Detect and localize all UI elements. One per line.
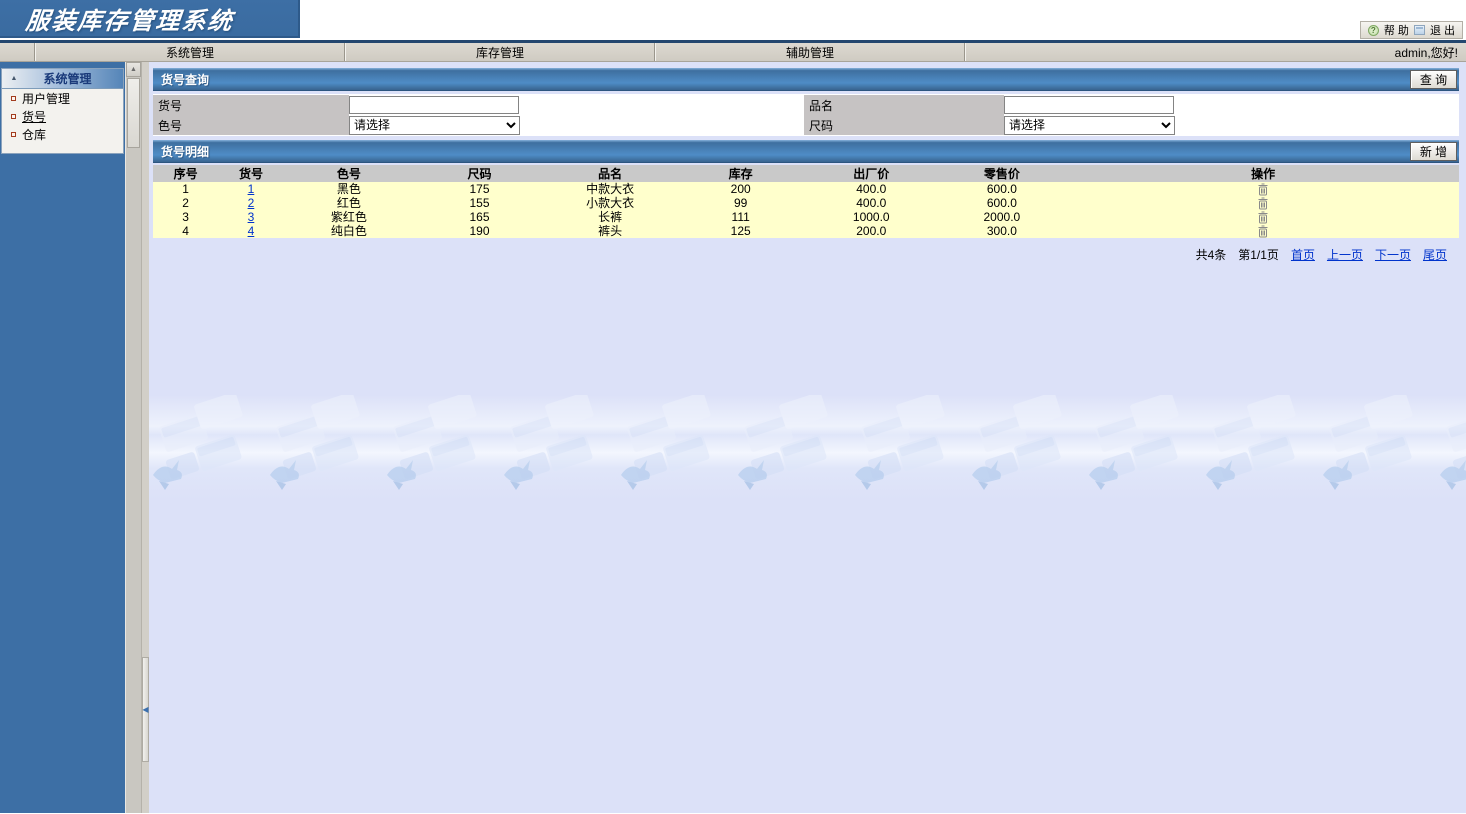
panel-splitter[interactable]: ◀	[141, 62, 149, 813]
pagination: 共4条 第1/1页 首页 上一页 下一页 尾页	[153, 246, 1459, 263]
page-indicator: 第1/1页	[1238, 248, 1279, 262]
bullet-icon	[11, 95, 16, 101]
huohao-link[interactable]: 1	[248, 182, 255, 196]
column-header: 库存	[675, 165, 806, 182]
delete-icon[interactable]	[1257, 225, 1269, 238]
body-row: ▲ 系统管理 用户管理 货号 仓库 ▲ ◀ 货号查询 查 询 货号 品名 色号 …	[0, 62, 1466, 813]
sidebar-item-warehouse[interactable]: 仓库	[2, 125, 123, 143]
huohao-link[interactable]: 3	[248, 210, 255, 224]
huohao-input[interactable]	[349, 96, 519, 114]
pinming-input[interactable]	[1004, 96, 1174, 114]
collapse-left-icon: ◀	[142, 705, 149, 714]
sidebar-item-label: 仓库	[22, 127, 47, 142]
watermark-pattern	[153, 395, 243, 490]
menu-bar: 系统管理 库存管理 辅助管理 admin,您好!	[0, 43, 1466, 62]
sidebar-item-users[interactable]: 用户管理	[2, 89, 123, 107]
sidebar-panel: ▲ 系统管理 用户管理 货号 仓库	[1, 68, 124, 154]
main-content: 货号查询 查 询 货号 品名 色号 请选择 尺码 请选择 货号明细 新 增 序号…	[149, 62, 1466, 813]
column-header: 色号	[283, 165, 415, 182]
top-header: 服装库存管理系统 ? 帮 助 退 出	[0, 0, 1466, 40]
menu-item-system[interactable]: 系统管理	[35, 43, 345, 61]
watermark-pattern	[270, 395, 360, 490]
watermark-pattern	[387, 395, 477, 490]
total-count: 共4条	[1195, 248, 1227, 262]
app-title-box: 服装库存管理系统	[0, 0, 300, 38]
bullet-icon	[11, 113, 16, 119]
chima-select[interactable]: 请选择	[1004, 115, 1175, 135]
pinming-label: 品名	[804, 95, 1004, 115]
welcome-text: admin,您好!	[965, 43, 1466, 61]
detail-section-title: 货号明细	[161, 144, 210, 159]
watermark-pattern	[972, 395, 1062, 490]
column-header: 零售价	[936, 165, 1068, 182]
exit-icon[interactable]	[1413, 25, 1425, 35]
table-row: 1 1 黑色 175 中款大衣 200 400.0 600.0	[153, 182, 1459, 196]
huohao-label: 货号	[153, 95, 349, 115]
add-button[interactable]: 新 增	[1410, 142, 1457, 161]
first-page-link[interactable]: 首页	[1291, 246, 1315, 263]
table-row: 4 4 纯白色 190 裤头 125 200.0 300.0	[153, 224, 1459, 238]
last-page-link[interactable]: 尾页	[1423, 246, 1447, 263]
watermark-pattern	[1089, 395, 1179, 490]
column-header: 尺码	[414, 165, 545, 182]
watermark-pattern	[1323, 395, 1413, 490]
menu-item-inventory[interactable]: 库存管理	[345, 43, 655, 61]
sidebar-header-label: 系统管理	[43, 72, 92, 86]
collapse-arrow-icon[interactable]: ▲	[2, 75, 26, 82]
sidebar-scrollbar[interactable]: ▲	[125, 62, 141, 813]
splitter-handle[interactable]: ◀	[142, 657, 149, 762]
column-header: 品名	[544, 165, 676, 182]
query-section-title: 货号查询	[161, 72, 210, 87]
huohao-link[interactable]: 4	[248, 224, 255, 238]
exit-button[interactable]: 退 出	[1430, 22, 1455, 38]
sehao-select[interactable]: 请选择	[349, 115, 520, 135]
watermark-band	[149, 395, 1466, 500]
main-inner: 货号查询 查 询 货号 品名 色号 请选择 尺码 请选择 货号明细 新 增 序号…	[149, 62, 1466, 263]
column-header: 操作	[1067, 165, 1459, 182]
menu-spacer	[0, 43, 35, 61]
query-form: 货号 品名 色号 请选择 尺码 请选择	[153, 94, 1459, 136]
delete-icon[interactable]	[1257, 197, 1269, 210]
sidebar: ▲ 系统管理 用户管理 货号 仓库	[0, 62, 125, 813]
table-row: 3 3 紫红色 165 长裤 111 1000.0 2000.0	[153, 210, 1459, 224]
app-title: 服装库存管理系统	[24, 8, 235, 35]
column-header: 货号	[218, 165, 284, 182]
sidebar-item-huohao[interactable]: 货号	[2, 107, 123, 125]
delete-icon[interactable]	[1257, 211, 1269, 224]
search-button[interactable]: 查 询	[1410, 70, 1457, 89]
watermark-pattern	[1206, 395, 1296, 490]
prev-page-link[interactable]: 上一页	[1327, 246, 1363, 263]
sidebar-item-label: 货号	[22, 109, 47, 124]
detail-table-body: 1 1 黑色 175 中款大衣 200 400.0 600.0 2 2 红色 155 小款大衣 99 40…	[153, 182, 1459, 238]
help-icon[interactable]: ?	[1367, 24, 1379, 36]
next-page-link[interactable]: 下一页	[1375, 246, 1411, 263]
column-header: 出厂价	[805, 165, 937, 182]
scroll-up-icon[interactable]: ▲	[126, 62, 141, 77]
scrollbar-thumb[interactable]	[127, 78, 140, 148]
watermark-pattern	[855, 395, 945, 490]
top-toolbar: ? 帮 助 退 出	[1359, 21, 1463, 39]
huohao-link[interactable]: 2	[248, 196, 255, 210]
sehao-label: 色号	[153, 115, 349, 135]
watermark-pattern	[504, 395, 594, 490]
table-row: 2 2 红色 155 小款大衣 99 400.0 600.0	[153, 196, 1459, 210]
delete-icon[interactable]	[1257, 183, 1269, 196]
help-button[interactable]: 帮 助	[1384, 22, 1409, 38]
detail-table-header-row: 序号 货号 色号 尺码 品名 库存 出厂价 零售价 操作	[153, 165, 1459, 182]
detail-table: 序号 货号 色号 尺码 品名 库存 出厂价 零售价 操作 1 1 黑色 175 中款大衣 200 400.0…	[153, 165, 1459, 238]
menu-item-auxiliary[interactable]: 辅助管理	[655, 43, 965, 61]
watermark-pattern	[738, 395, 828, 490]
bullet-icon	[11, 131, 16, 137]
watermark-pattern	[621, 395, 711, 490]
detail-section-bar: 货号明细 新 增	[153, 140, 1459, 163]
chima-label: 尺码	[804, 115, 1004, 135]
sidebar-header[interactable]: ▲ 系统管理	[2, 69, 123, 89]
watermark-pattern	[1440, 414, 1466, 490]
sidebar-item-label: 用户管理	[22, 91, 71, 106]
query-section-bar: 货号查询 查 询	[153, 68, 1459, 91]
column-header: 序号	[153, 165, 219, 182]
